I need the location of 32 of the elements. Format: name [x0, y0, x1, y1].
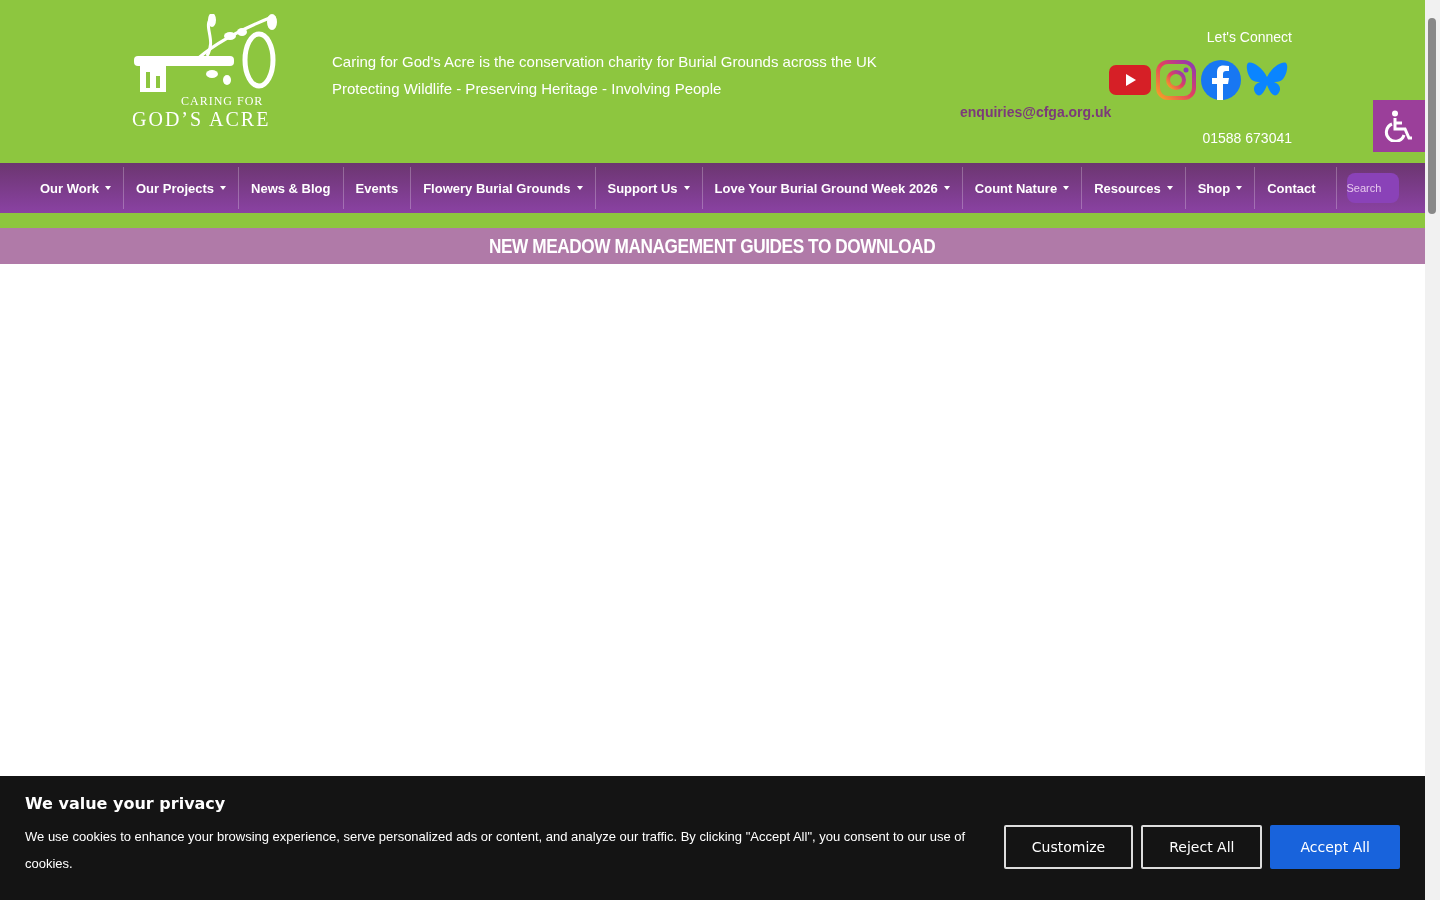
connect-heading: Let's Connect [1206, 29, 1292, 45]
nav-link[interactable]: Flowery Burial Grounds [411, 180, 595, 196]
phone-number: 01588 673041 [1202, 130, 1292, 146]
nav-link[interactable]: Shop [1185, 180, 1255, 196]
nav-link[interactable]: Support Us [595, 180, 702, 196]
accept-button[interactable]: Accept All [1270, 825, 1400, 869]
wheelchair-icon [1384, 110, 1414, 142]
scrollbar[interactable] [1425, 0, 1440, 900]
nav-link[interactable]: Count Nature [962, 180, 1082, 196]
search-field[interactable]: Search [1346, 173, 1399, 203]
cookie-title: We value your privacy [25, 794, 227, 813]
nav-link[interactable]: Events [343, 180, 411, 196]
accessibility-button[interactable] [1373, 100, 1425, 152]
nav-link[interactable]: Love Your Burial Ground Week 2026 [702, 180, 962, 196]
nav-link[interactable]: Our Work [40, 180, 123, 196]
nav-link[interactable]: Contact [1255, 180, 1328, 196]
email-link[interactable]: enquiries@cfga.org.uk [960, 104, 1112, 120]
youtube-icon[interactable] [1109, 65, 1151, 95]
scrollbar-thumb[interactable] [1428, 18, 1436, 214]
outline-button[interactable]: Customize [1003, 825, 1134, 869]
outline-button[interactable]: Reject All [1141, 825, 1263, 869]
nav-link[interactable]: News & Blog [239, 180, 343, 196]
facebook-icon[interactable] [1201, 60, 1241, 100]
nav-link[interactable]: Resources [1082, 180, 1185, 196]
logo-text: GOD’S ACRE [132, 108, 271, 130]
cookie-text: We use cookies to enhance your browsing experience, serve personalized ads or content, and analyze our traffic. By clicking "Accept All", you consent to our use of cookies. [25, 828, 967, 873]
banner-text: NEW MEADOW MANAGEMENT GUIDES TO DOWNLOAD [489, 234, 936, 258]
tagline-text: Caring for God's Acre is the conservation charity for Burial Grounds across the UK [332, 52, 877, 72]
logo-text: CARING FOR [181, 94, 264, 108]
instagram-icon[interactable] [1156, 60, 1196, 100]
nav-link[interactable]: Our Projects [124, 180, 239, 196]
tagline-text: Protecting Wildlife - Preserving Heritage - Involving People [332, 79, 722, 99]
